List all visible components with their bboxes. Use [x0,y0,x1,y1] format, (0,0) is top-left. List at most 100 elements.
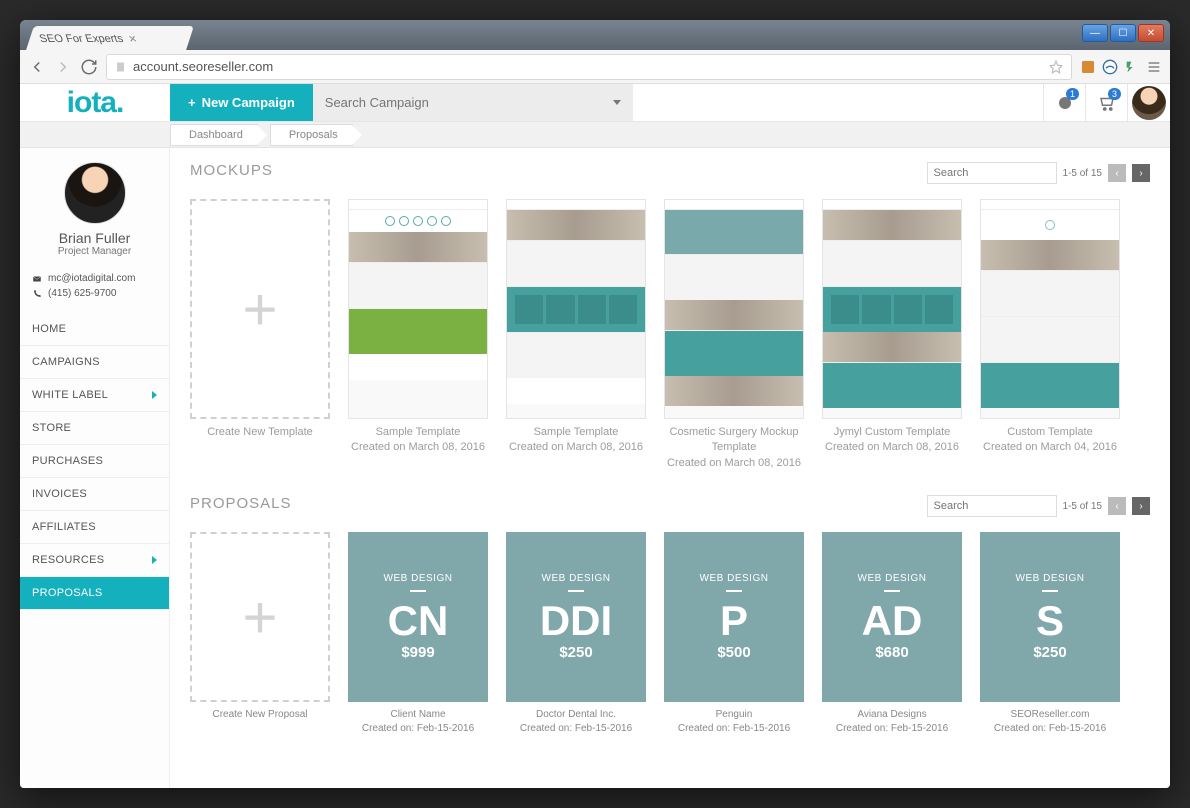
create-proposal-label: Create New Proposal [190,708,330,722]
proposal-client: SEOReseller.com [980,708,1120,722]
proposal-code: CN [388,598,449,644]
reload-icon[interactable] [80,58,98,76]
proposal-card[interactable]: WEB DESIGN S $250 [980,532,1120,702]
logo-text: iota. [67,86,124,120]
plus-icon: + [242,583,277,652]
menu-icon[interactable] [1146,59,1162,75]
tab-title: SEO For Experts [38,32,125,44]
proposal-code: DDI [540,598,612,644]
sidebar-item-resources[interactable]: RESOURCES [20,544,169,577]
plus-icon: + [242,275,277,344]
sidebar-item-proposals[interactable]: PROPOSALS [20,577,169,610]
user-email: mc@iotadigital.com [48,273,135,284]
crumb-proposals[interactable]: Proposals [270,124,353,146]
create-template-button[interactable]: + [190,199,330,419]
sidebar-item-invoices[interactable]: INVOICES [20,478,169,511]
window-minimize-button[interactable]: — [1082,24,1108,42]
template-title: Sample Template [506,425,646,440]
sidebar-item-purchases[interactable]: PURCHASES [20,445,169,478]
template-card[interactable] [664,199,804,419]
mockups-next-button[interactable]: › [1132,164,1150,182]
template-card[interactable] [348,199,488,419]
search-campaign-dropdown[interactable] [313,84,633,121]
template-title: Custom Template [980,425,1120,440]
browser-tab-strip: SEO For Experts × — ☐ ✕ [20,20,1170,50]
proposal-price: $250 [559,644,592,661]
browser-window: SEO For Experts × — ☐ ✕ account.seoresel… [20,20,1170,788]
search-campaign-input[interactable] [325,95,621,110]
window-close-button[interactable]: ✕ [1138,24,1164,42]
close-tab-icon[interactable]: × [127,31,139,46]
profile-block: Brian Fuller Project Manager [20,148,169,267]
proposals-next-button[interactable]: › [1132,497,1150,515]
cart-button[interactable]: 3 [1086,84,1128,122]
cart-badge: 3 [1108,88,1121,100]
proposal-meta: Created on: Feb-15-2016 [348,722,488,736]
back-icon[interactable] [28,58,46,76]
proposal-code: S [1036,598,1064,644]
mockups-prev-button[interactable]: ‹ [1108,164,1126,182]
breadcrumb: Dashboard Proposals [20,122,1170,148]
chevron-down-icon [613,100,621,105]
proposal-meta: Created on: Feb-15-2016 [822,722,962,736]
proposals-prev-button[interactable]: ‹ [1108,497,1126,515]
logo[interactable]: iota. [20,84,170,121]
crumb-dashboard[interactable]: Dashboard [170,124,258,146]
browser-tab[interactable]: SEO For Experts × [26,26,194,50]
sidebar-item-white-label[interactable]: WHITE LABEL [20,379,169,412]
proposal-client: Doctor Dental Inc. [506,708,646,722]
star-icon[interactable] [1049,60,1063,74]
chevron-right-icon [152,391,157,399]
proposal-client: Aviana Designs [822,708,962,722]
proposal-code: P [720,598,748,644]
proposal-category: WEB DESIGN [1016,573,1085,584]
mail-icon [32,274,42,284]
url-input[interactable]: account.seoreseller.com [106,54,1072,80]
contact-block: mc@iotadigital.com (415) 625-9700 [20,267,169,313]
template-title: Cosmetic Surgery Mockup Template [664,425,804,456]
page-icon [115,61,127,73]
template-card[interactable] [506,199,646,419]
notifications-badge: 1 [1066,88,1079,100]
proposal-meta: Created on: Feb-15-2016 [664,722,804,736]
proposals-page-label: 1-5 of 15 [1063,501,1102,512]
profile-avatar [64,162,126,224]
forward-icon[interactable] [54,58,72,76]
user-role: Project Manager [20,246,169,257]
template-card[interactable] [822,199,962,419]
sidebar-item-affiliates[interactable]: AFFILIATES [20,511,169,544]
create-proposal-button[interactable]: + [190,532,330,702]
extension-icons [1080,59,1162,75]
sidebar: Brian Fuller Project Manager mc@iotadigi… [20,148,170,788]
proposal-card[interactable]: WEB DESIGN AD $680 [822,532,962,702]
user-avatar-button[interactable] [1128,84,1170,122]
chevron-right-icon [152,556,157,564]
mockups-search-input[interactable] [927,162,1057,184]
main-content: MOCKUPS 1-5 of 15 ‹ › + Create New Templ… [170,148,1170,788]
phone-icon [32,289,42,299]
proposal-card[interactable]: WEB DESIGN DDI $250 [506,532,646,702]
user-name: Brian Fuller [20,230,169,246]
proposal-card[interactable]: WEB DESIGN P $500 [664,532,804,702]
plus-icon: + [188,95,196,110]
template-title: Sample Template [348,425,488,440]
mockups-page-label: 1-5 of 15 [1063,168,1102,179]
sidebar-item-store[interactable]: STORE [20,412,169,445]
extension-icon[interactable] [1124,59,1140,75]
notifications-button[interactable]: 1 [1044,84,1086,122]
proposal-code: AD [862,598,923,644]
browser-address-bar: account.seoreseller.com [20,50,1170,84]
extension-icon[interactable] [1102,59,1118,75]
proposal-price: $500 [717,644,750,661]
new-campaign-button[interactable]: + New Campaign [170,84,313,121]
proposal-card[interactable]: WEB DESIGN CN $999 [348,532,488,702]
sidebar-item-home[interactable]: HOME [20,313,169,346]
proposals-search-input[interactable] [927,495,1057,517]
template-title: Jymyl Custom Template [822,425,962,440]
template-card[interactable] [980,199,1120,419]
proposal-category: WEB DESIGN [858,573,927,584]
extension-icon[interactable] [1080,59,1096,75]
sidebar-item-campaigns[interactable]: CAMPAIGNS [20,346,169,379]
avatar [1132,86,1166,120]
window-maximize-button[interactable]: ☐ [1110,24,1136,42]
